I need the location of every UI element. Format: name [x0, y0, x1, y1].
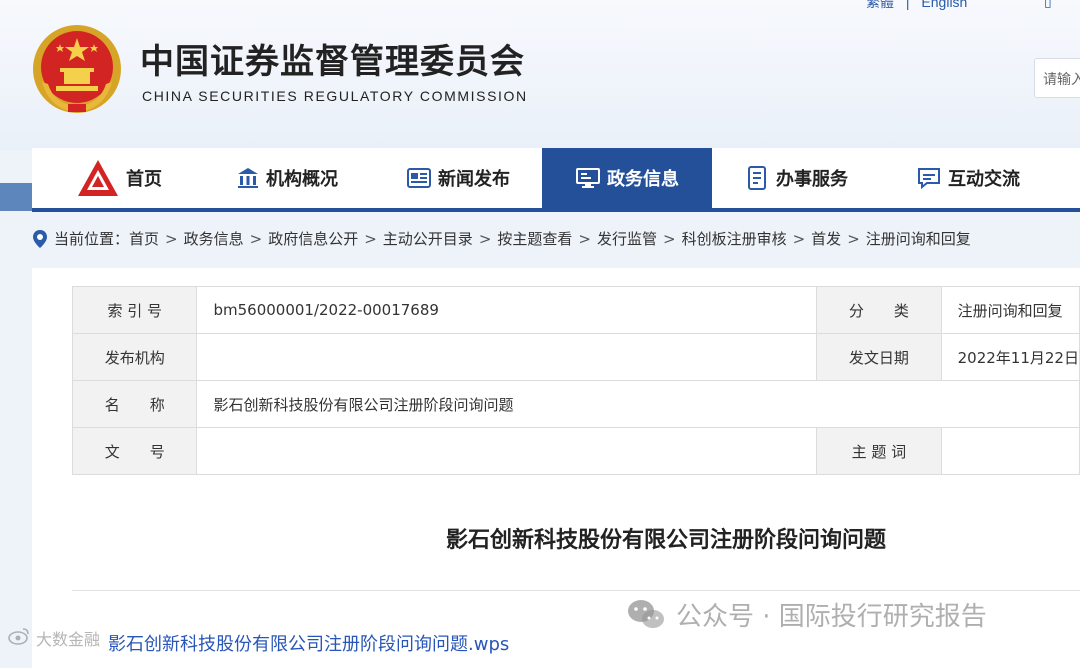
nav-edge-bar	[0, 183, 34, 211]
nav-label-services: 办事服务	[776, 169, 848, 190]
nav-item-services[interactable]: 办事服务	[746, 148, 876, 208]
site-subtitle: CHINA SECURITIES REGULATORY COMMISSION	[142, 88, 528, 104]
index-label: 索 引 号	[71, 286, 198, 334]
breadcrumb-item[interactable]: 政府信息公开	[268, 228, 358, 249]
location-pin-icon	[32, 229, 48, 249]
main-nav: 首页 机构概况 新闻发布 政务信息 办事服务 互动交流	[32, 148, 1080, 212]
breadcrumb-item-current[interactable]: 注册问询和回复	[866, 228, 971, 249]
nav-label-gov-info: 政务信息	[607, 169, 679, 190]
breadcrumb-separator: >	[847, 229, 860, 248]
index-value: bm56000001/2022-00017689	[196, 286, 818, 334]
name-value: 影石创新科技股份有限公司注册阶段问询问题	[196, 380, 1080, 428]
monitor-icon	[575, 166, 601, 190]
table-row: 发布机构 发文日期 2022年11月22日	[71, 333, 1080, 381]
nav-label-interaction: 互动交流	[948, 169, 1020, 190]
date-label: 发文日期	[816, 333, 942, 381]
breadcrumb-item[interactable]: 科创板注册审核	[682, 228, 787, 249]
watermark-right: 公众号 · 国际投行研究报告	[626, 596, 987, 633]
site-title: 中国证券监督管理委员会	[140, 42, 525, 82]
document-list-icon	[746, 165, 770, 191]
table-row: 文 号 主 题 词	[71, 427, 1080, 475]
document-title: 影石创新科技股份有限公司注册阶段问询问题	[445, 528, 886, 553]
weibo-icon	[8, 627, 30, 649]
attachment-link[interactable]: 影石创新科技股份有限公司注册阶段问询问题.wps	[108, 630, 509, 656]
breadcrumb-separator: >	[249, 229, 263, 248]
building-icon	[236, 166, 260, 190]
publisher-value	[196, 333, 818, 381]
chat-icon	[916, 166, 942, 190]
publisher-label: 发布机构	[71, 333, 198, 381]
breadcrumb-separator: >	[364, 229, 377, 248]
nav-item-interaction[interactable]: 互动交流	[916, 148, 1046, 208]
watermark-left: 大数金融	[8, 626, 100, 650]
keywords-value	[940, 427, 1080, 475]
breadcrumb-item[interactable]: 首页	[129, 228, 159, 249]
docno-value	[196, 427, 818, 475]
newspaper-icon	[406, 166, 432, 190]
national-emblem-icon[interactable]	[30, 22, 124, 116]
breadcrumb-separator: >	[578, 229, 591, 248]
search-input[interactable]: 请输入	[1034, 58, 1080, 98]
language-links: 繁體 | English	[866, 0, 975, 12]
breadcrumb-separator: >	[663, 229, 676, 248]
category-label: 分 类	[816, 286, 942, 334]
nav-item-news[interactable]: 新闻发布	[406, 148, 536, 208]
breadcrumb-prefix: 当前位置：	[54, 230, 130, 248]
breadcrumb-separator: >	[478, 229, 492, 248]
watermark-left-text: 大数金融	[36, 630, 101, 649]
nav-item-about[interactable]: 机构概况	[236, 148, 366, 208]
nav-label-news: 新闻发布	[438, 169, 510, 190]
lang-separator: |	[905, 0, 910, 10]
name-label: 名 称	[71, 380, 198, 428]
nav-label-home: 首页	[126, 169, 162, 190]
table-row: 索 引 号 bm56000001/2022-00017689 分 类 注册问询和…	[71, 286, 1080, 334]
site-header: 中国证券监督管理委员会 CHINA SECURITIES REGULATORY …	[0, 0, 1080, 150]
nav-item-home[interactable]: 首页	[76, 148, 186, 208]
category-value: 注册问询和回复	[940, 286, 1080, 334]
watermark-right-text: 公众号 · 国际投行研究报告	[676, 602, 987, 632]
breadcrumb-item[interactable]: 按主题查看	[497, 228, 572, 249]
breadcrumb-separator: >	[165, 229, 178, 248]
nav-label-about: 机构概况	[266, 169, 338, 190]
breadcrumb-separator: >	[792, 229, 806, 248]
breadcrumb-item[interactable]: 政务信息	[184, 228, 244, 249]
wechat-icon	[626, 598, 666, 632]
breadcrumb-item[interactable]: 发行监管	[597, 228, 657, 249]
date-value: 2022年11月22日	[940, 333, 1080, 381]
breadcrumb-item[interactable]: 首发	[811, 228, 841, 249]
docno-label: 文 号	[71, 427, 198, 475]
document-meta-table: 索 引 号 bm56000001/2022-00017689 分 类 注册问询和…	[71, 286, 1080, 475]
csrc-logo-icon	[76, 158, 120, 198]
divider	[72, 590, 1080, 591]
nav-item-gov-info[interactable]: 政务信息	[542, 148, 712, 208]
mobile-icon[interactable]: ▯	[1044, 0, 1052, 10]
english-link[interactable]: English	[921, 0, 967, 10]
table-row: 名 称 影石创新科技股份有限公司注册阶段问询问题	[71, 380, 1080, 428]
breadcrumb: 当前位置： 首页 > 政务信息 > 政府信息公开 > 主动公开目录 > 按主题查…	[32, 228, 971, 249]
keywords-label: 主 题 词	[816, 427, 942, 475]
breadcrumb-item[interactable]: 主动公开目录	[383, 228, 473, 249]
traditional-chinese-link[interactable]: 繁體	[866, 0, 894, 10]
